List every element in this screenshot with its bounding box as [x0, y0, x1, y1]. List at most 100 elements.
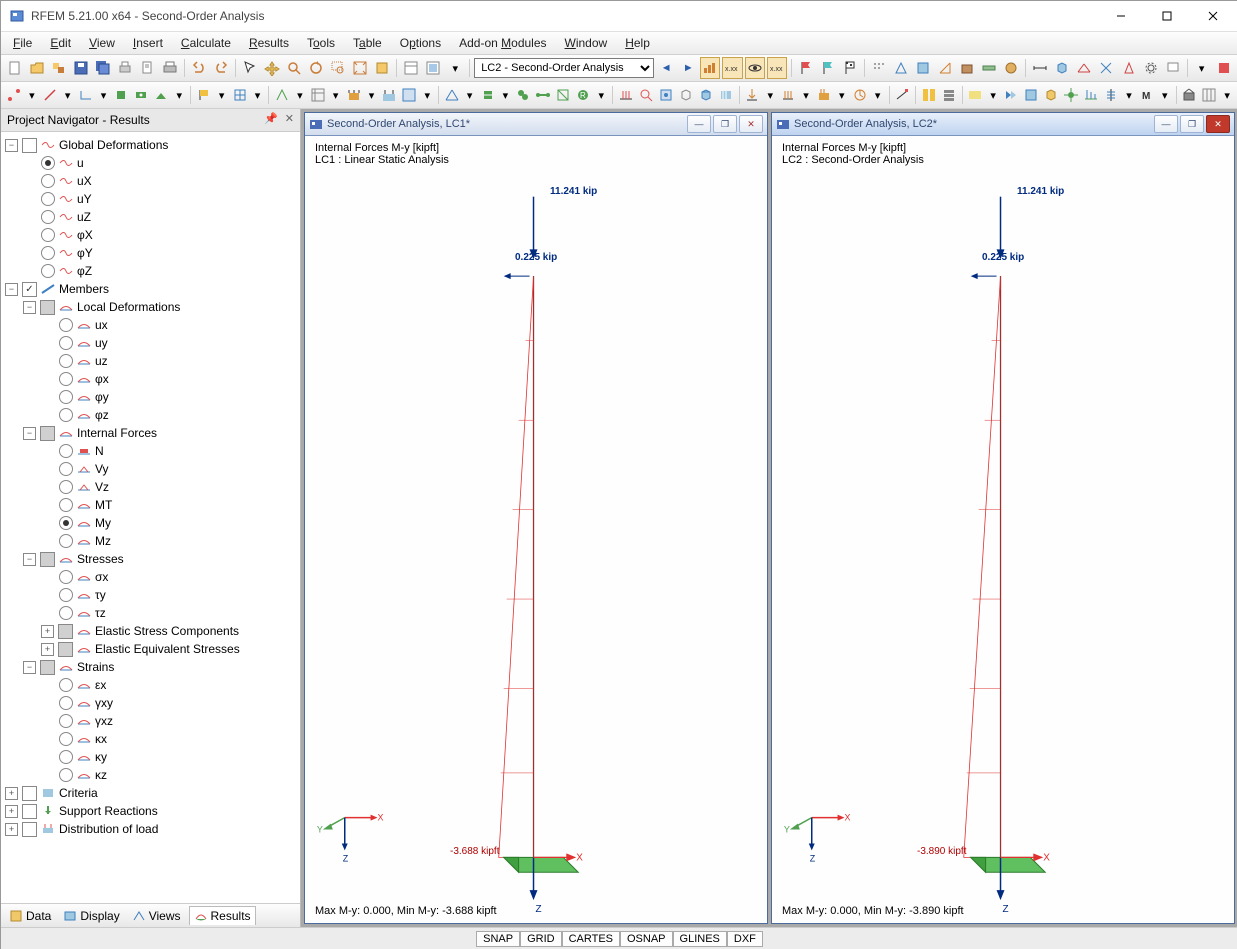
t2-26-icon[interactable] [479, 84, 497, 106]
menu-addons[interactable]: Add-on Modules [451, 34, 554, 52]
t2-42-icon[interactable]: ▾ [799, 84, 813, 106]
t2-27-icon[interactable]: ▾ [499, 84, 513, 106]
t2-37-icon[interactable] [697, 84, 715, 106]
radio-u[interactable] [41, 156, 55, 170]
menu-help[interactable]: Help [617, 34, 658, 52]
t2-21-icon[interactable] [380, 84, 398, 106]
tab-display[interactable]: Display [59, 907, 123, 925]
model2-icon[interactable] [913, 57, 933, 79]
doc-max-icon[interactable]: ❐ [1180, 115, 1204, 133]
menu-file[interactable]: File [5, 34, 40, 52]
t2-8-icon[interactable] [132, 84, 150, 106]
prev-icon[interactable]: ◄ [656, 57, 676, 79]
view2-icon[interactable] [423, 57, 443, 79]
radio-uy[interactable] [41, 192, 55, 206]
t2-10-icon[interactable]: ▾ [172, 84, 186, 106]
t2-1-icon[interactable] [5, 84, 23, 106]
t2-51-icon[interactable]: ▾ [986, 84, 1000, 106]
t2-14-icon[interactable]: ▾ [251, 84, 265, 106]
comment-icon[interactable] [1163, 57, 1183, 79]
maximize-button[interactable] [1144, 1, 1190, 31]
grid-icon[interactable] [869, 57, 889, 79]
t2-59-icon[interactable]: M [1138, 84, 1156, 106]
redo-icon[interactable] [211, 57, 231, 79]
t2-45-icon[interactable] [851, 84, 869, 106]
next-icon[interactable]: ► [678, 57, 698, 79]
t2-50-icon[interactable] [966, 84, 984, 106]
model4-icon[interactable] [957, 57, 977, 79]
t2-2-icon[interactable]: ▾ [25, 84, 39, 106]
menu-results[interactable]: Results [241, 34, 297, 52]
doc-min-icon[interactable]: — [1154, 115, 1178, 133]
zoom-icon[interactable] [284, 57, 304, 79]
measure-icon[interactable] [1030, 57, 1050, 79]
t2-3-icon[interactable] [41, 84, 59, 106]
zoomall-icon[interactable] [350, 57, 370, 79]
t2-11-icon[interactable] [195, 84, 213, 106]
t2-35-icon[interactable] [657, 84, 675, 106]
t2-24-icon[interactable] [443, 84, 461, 106]
t2-48-icon[interactable] [920, 84, 938, 106]
saveall-icon[interactable] [93, 57, 113, 79]
rotate-icon[interactable] [306, 57, 326, 79]
radio-phix[interactable] [41, 228, 55, 242]
t2-56-icon[interactable] [1082, 84, 1100, 106]
t2-58-icon[interactable]: ▾ [1122, 84, 1136, 106]
print-icon[interactable] [115, 57, 135, 79]
t2-13-icon[interactable] [231, 84, 249, 106]
cube-icon[interactable] [1052, 57, 1072, 79]
pointer-icon[interactable] [240, 57, 260, 79]
menu-edit[interactable]: Edit [42, 34, 79, 52]
viewport-lc1[interactable]: Internal Forces M-y [kipft]LC1 : Linear … [305, 136, 767, 923]
t2-47-icon[interactable] [893, 84, 911, 106]
t2-9-icon[interactable] [152, 84, 170, 106]
t2-38-icon[interactable] [717, 84, 735, 106]
cross-icon[interactable] [1096, 57, 1116, 79]
rfem-icon[interactable] [1214, 57, 1234, 79]
viewport-lc2[interactable]: Internal Forces M-y [kipft]LC2 : Second-… [772, 136, 1234, 923]
t2-5-icon[interactable] [77, 84, 95, 106]
loadcase-combo[interactable]: LC2 - Second-Order Analysis [474, 58, 654, 78]
t2-23-icon[interactable]: ▾ [420, 84, 434, 106]
close-button[interactable] [1190, 1, 1236, 31]
t2-32-icon[interactable]: ▾ [594, 84, 608, 106]
t2-44-icon[interactable]: ▾ [835, 84, 849, 106]
tab-results[interactable]: Results [189, 906, 256, 925]
close-panel-icon[interactable]: ✕ [285, 112, 294, 125]
doc-title-lc2[interactable]: Second-Order Analysis, LC2* — ❐ ✕ [772, 113, 1234, 136]
t2-7-icon[interactable] [112, 84, 130, 106]
node-edit-icon[interactable]: ▾ [1192, 57, 1212, 79]
t2-15-icon[interactable] [273, 84, 291, 106]
t2-20-icon[interactable]: ▾ [365, 84, 379, 106]
values-on-icon[interactable]: x.xx [722, 57, 742, 79]
menu-view[interactable]: View [81, 34, 123, 52]
t2-49-icon[interactable] [940, 84, 958, 106]
t2-30-icon[interactable] [554, 84, 572, 106]
t2-54-icon[interactable] [1042, 84, 1060, 106]
block-icon[interactable] [49, 57, 69, 79]
status-osnap[interactable]: OSNAP [620, 931, 673, 947]
t2-40-icon[interactable]: ▾ [763, 84, 777, 106]
t2-18-icon[interactable]: ▾ [329, 84, 343, 106]
radio-phiz[interactable] [41, 264, 55, 278]
checkbox-members[interactable]: ✓ [22, 282, 37, 297]
doc-max-icon[interactable]: ❐ [713, 115, 737, 133]
t2-33-icon[interactable] [617, 84, 635, 106]
collapse-icon[interactable]: − [5, 139, 18, 152]
t2-16-icon[interactable]: ▾ [293, 84, 307, 106]
t2-41-icon[interactable] [779, 84, 797, 106]
new-icon[interactable] [5, 57, 25, 79]
t2-57-icon[interactable] [1102, 84, 1120, 106]
t2-22-icon[interactable] [400, 84, 418, 106]
tab-views[interactable]: Views [128, 907, 185, 925]
collapse-icon[interactable]: − [5, 283, 18, 296]
pin-icon[interactable]: 📌 [264, 112, 278, 125]
t2-4-icon[interactable]: ▾ [61, 84, 75, 106]
doc-close-icon[interactable]: ✕ [1206, 115, 1230, 133]
t2-46-icon[interactable]: ▾ [871, 84, 885, 106]
status-glines[interactable]: GLINES [673, 931, 727, 947]
radio-phiy[interactable] [41, 246, 55, 260]
undo-icon[interactable] [189, 57, 209, 79]
results-on-icon[interactable] [700, 57, 720, 79]
flag-red-icon[interactable] [796, 57, 816, 79]
